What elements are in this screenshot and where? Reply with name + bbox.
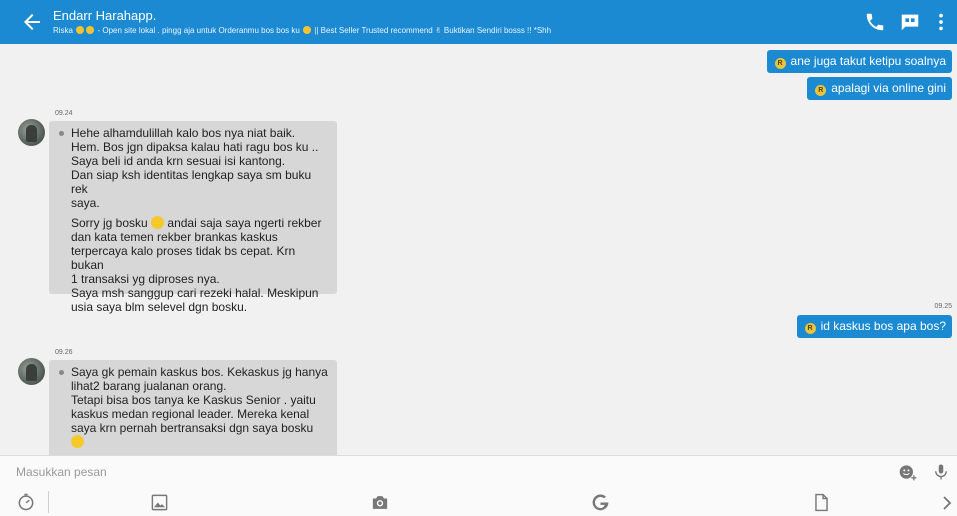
- message-line: Sorry jg bosku: [71, 216, 148, 230]
- avatar-badge: R: [774, 58, 786, 69]
- status-text-3: Buktikan Sendiri bosss !! *Shh: [443, 26, 552, 35]
- message-line: Hehe alhamdulillah kalo bos nya niat bai…: [71, 126, 296, 140]
- status-text: - Open site lokal . pingg aja untuk Orde…: [97, 26, 300, 35]
- message-text: id kaskus bos apa bos?: [820, 319, 946, 333]
- outgoing-message[interactable]: Rapalagi via online gini: [807, 77, 952, 100]
- message-line: lihat2 barang jualanan orang.: [71, 379, 227, 393]
- avatar[interactable]: [18, 358, 45, 385]
- avatar[interactable]: [18, 119, 45, 146]
- chat-bubble-icon[interactable]: [899, 11, 921, 33]
- incoming-message[interactable]: Saya gk pemain kaskus bos. Kekaskus jg h…: [49, 360, 337, 455]
- message-line: Saya msh sanggup cari rezeki halal. Mesk…: [71, 286, 319, 300]
- message-line: Hem. Bos jgn dipaksa kalau hati ragu bos…: [71, 140, 319, 154]
- message-line: andai saja saya ngerti rekber: [167, 216, 322, 230]
- avatar-badge: R: [815, 85, 827, 96]
- chat-area[interactable]: Rane juga takut ketipu soalnya Rapalagi …: [0, 44, 957, 455]
- message-time: 09.26: [55, 349, 73, 356]
- message-line: kaskus medan regional leader. Mereka ken…: [71, 407, 310, 421]
- image-icon[interactable]: [150, 493, 169, 512]
- status-text-2: || Best Seller Trusted recommend: [314, 26, 433, 35]
- arrow-left-icon[interactable]: [20, 10, 44, 34]
- status-name: Riska: [53, 26, 74, 35]
- timer-icon[interactable]: [16, 492, 36, 512]
- phone-icon[interactable]: [864, 11, 886, 33]
- message-time: 09.25: [934, 303, 952, 310]
- file-icon[interactable]: [813, 493, 830, 512]
- emoji-icon: [76, 26, 85, 34]
- message-input[interactable]: Masukkan pesan: [16, 465, 107, 479]
- message-line: Saya gk pemain kaskus bos. Kekaskus jg h…: [71, 365, 328, 379]
- worried-emoji-icon: [151, 216, 165, 229]
- bullet-icon: [59, 370, 64, 375]
- emoji-add-icon[interactable]: [898, 462, 918, 482]
- message-line: 1 transaksi yg diproses nya.: [71, 272, 220, 286]
- message-line: Tetapi bisa bos tanya ke Kaskus Senior .…: [71, 393, 316, 407]
- smile-emoji-icon: [71, 435, 84, 448]
- message-line: terpercaya kalo proses tidak bs cepat. K…: [71, 244, 296, 272]
- message-line: Dan siap ksh identitas lengkap saya sm b…: [71, 168, 312, 196]
- emoji-icon: [303, 26, 312, 34]
- toolbar-divider: [48, 491, 49, 513]
- bullet-icon: [59, 131, 64, 136]
- message-composer: Masukkan pesan: [0, 455, 957, 516]
- google-icon[interactable]: [591, 493, 610, 512]
- message-line: dan kata temen rekber brankas kaskus: [71, 230, 278, 244]
- more-vert-icon[interactable]: [930, 11, 952, 33]
- chat-header: Endarr Harahapp. Riska - Open site lokal…: [0, 0, 957, 44]
- message-text: ane juga takut ketipu soalnya: [790, 54, 946, 68]
- emoji-icon: [86, 26, 95, 34]
- camera-icon[interactable]: [370, 493, 390, 512]
- outgoing-message[interactable]: Rid kaskus bos apa bos?: [796, 315, 952, 338]
- microphone-icon[interactable]: [932, 462, 950, 482]
- message-line: Saya beli id anda krn sesuai isi kantong…: [71, 154, 286, 168]
- message-line: usia saya blm selevel dgn bosku.: [71, 300, 248, 314]
- avatar-badge: R: [804, 323, 816, 334]
- contact-name[interactable]: Endarr Harahapp.: [53, 8, 156, 23]
- message-line: saya krn pernah bertransaksi dgn saya bo…: [71, 421, 314, 435]
- chevron-right-icon[interactable]: [941, 495, 953, 511]
- contact-status: Riska - Open site lokal . pingg aja untu…: [53, 26, 551, 35]
- message-text: apalagi via online gini: [831, 81, 946, 95]
- message-line: saya.: [71, 196, 100, 210]
- incoming-message[interactable]: Hehe alhamdulillah kalo bos nya niat bai…: [49, 121, 337, 314]
- thumb-icon: ✌: [434, 26, 442, 35]
- outgoing-message[interactable]: Rane juga takut ketipu soalnya: [766, 50, 952, 73]
- message-time: 09.24: [55, 110, 73, 117]
